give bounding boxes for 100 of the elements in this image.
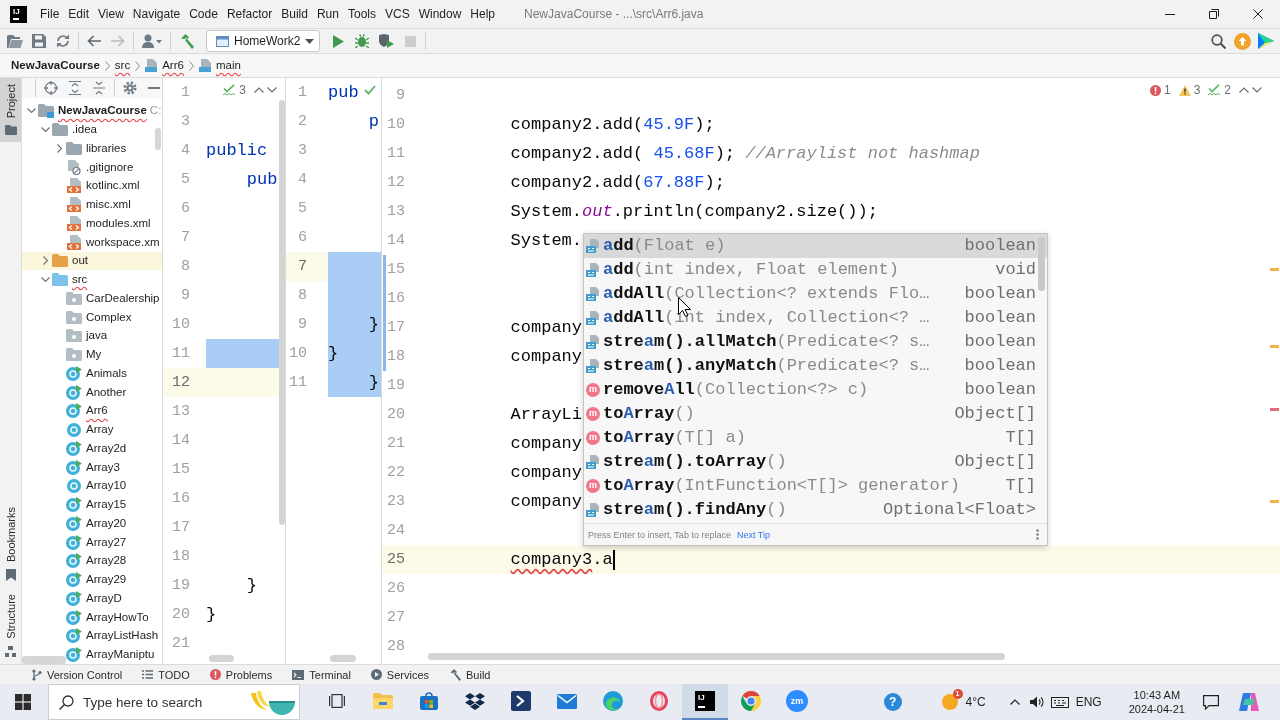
mail-icon[interactable]	[557, 693, 577, 709]
tree-item[interactable]: CarDealership	[86, 290, 160, 306]
completion-item[interactable]: stream().findAny() Optional<Float>	[584, 498, 1047, 522]
restore-icon[interactable]	[1209, 9, 1219, 19]
tree-item[interactable]: Complex	[86, 309, 132, 325]
completion-item[interactable]: add(Float e) boolean	[584, 234, 1047, 258]
menu-item[interactable]: File	[40, 6, 60, 22]
tree-item[interactable]: Arr6	[86, 403, 108, 419]
chevron-up-icon[interactable]	[1009, 699, 1020, 705]
menu-item[interactable]: Build	[281, 6, 308, 22]
scrollbar-thumb[interactable]	[209, 655, 234, 662]
scrollbar-thumb[interactable]	[155, 128, 161, 150]
tree-item[interactable]: java	[86, 328, 108, 344]
tree-item[interactable]: ArrayListHash	[86, 628, 159, 644]
windows-logo-icon[interactable]	[15, 694, 31, 710]
tree-item[interactable]: Array3	[86, 459, 120, 475]
menu-item[interactable]: View	[98, 6, 124, 22]
sun-icon[interactable]	[941, 694, 958, 710]
breadcrumb-item[interactable]: main	[215, 58, 241, 73]
more-icon[interactable]	[1036, 529, 1039, 540]
tree-item[interactable]: kotlinc.xml	[86, 178, 140, 194]
completion-item[interactable]: m toArray(IntFunction<T[]> generator) T[]	[584, 474, 1047, 498]
console-icon[interactable]	[511, 691, 531, 711]
tool-window-button[interactable]: Build	[449, 667, 491, 682]
completion-item[interactable]: add(int index, Float element) void	[584, 258, 1047, 282]
chevron-down-icon[interactable]	[1252, 87, 1262, 93]
tree-item[interactable]: ArrayD	[86, 590, 122, 606]
language-indicator[interactable]: ENG	[1075, 695, 1102, 709]
menu-item[interactable]: Code	[189, 6, 218, 22]
menu-item[interactable]: Tools	[347, 6, 376, 22]
expand-all-icon[interactable]	[69, 81, 81, 95]
change-marker[interactable]	[383, 284, 386, 313]
update-icon[interactable]	[1233, 32, 1251, 50]
menu-item[interactable]: Help	[470, 6, 496, 22]
scrollbar-thumb[interactable]	[22, 656, 66, 664]
active-app-button[interactable]: IJ	[682, 684, 728, 720]
tree-item[interactable]: ArrayHowTo	[86, 609, 149, 625]
scrollbar-thumb[interactable]	[1038, 237, 1045, 291]
tree-item[interactable]: Array10	[86, 478, 127, 494]
hammer-icon[interactable]	[178, 33, 194, 49]
collapse-all-icon[interactable]	[93, 81, 105, 95]
scrollbar-thumb[interactable]	[428, 653, 1005, 660]
tree-item[interactable]: Array29	[86, 572, 127, 588]
tree-item[interactable]: .idea	[72, 122, 97, 138]
menu-item[interactable]: VCS	[384, 6, 410, 22]
next-tip-link[interactable]: Next Tip	[736, 529, 770, 540]
tree-item[interactable]: libraries	[86, 140, 127, 156]
tool-window-button[interactable]: TODO	[142, 667, 190, 682]
clock-date[interactable]: 2024-04-21	[1128, 703, 1185, 715]
diamonds-icon[interactable]	[465, 692, 485, 710]
tool-window-button[interactable]: Version Control	[32, 667, 123, 682]
completion-item[interactable]: stream().anyMatch(Predicate<? s… boolean	[584, 354, 1047, 378]
scrollbar-thumb[interactable]	[279, 100, 285, 525]
wave-circle-icon[interactable]	[603, 691, 623, 711]
close-icon[interactable]	[1253, 9, 1263, 19]
tree-item[interactable]: misc.xml	[86, 197, 131, 213]
keyboard-icon[interactable]	[1050, 696, 1069, 708]
help-icon[interactable]: ?	[883, 693, 902, 711]
save-icon[interactable]	[32, 34, 46, 48]
back-arrow-icon[interactable]	[87, 35, 101, 47]
play-icon[interactable]	[332, 34, 344, 48]
completion-item[interactable]: m toArray() Object[]	[584, 402, 1047, 426]
tree-item[interactable]: NewJavaCourse	[58, 103, 147, 119]
tool-window-tab[interactable]: Bookmarks	[0, 501, 21, 589]
tool-window-button[interactable]: Problems	[209, 667, 273, 682]
notification-icon[interactable]	[1203, 694, 1219, 710]
temperature-text[interactable]: 4°C	[965, 695, 986, 709]
person-caret-icon[interactable]	[142, 34, 162, 48]
bug-icon[interactable]	[355, 34, 369, 48]
coverage-icon[interactable]	[378, 34, 394, 48]
search-field[interactable]: Type here to search	[48, 684, 300, 720]
tool-window-tab[interactable]: Structure	[0, 588, 21, 664]
crosshair-icon[interactable]	[44, 81, 58, 95]
menu-item[interactable]: Refactor	[226, 6, 273, 22]
speaker-icon[interactable]	[1029, 696, 1044, 708]
tree-item[interactable]: Array15	[86, 497, 127, 513]
tree-item[interactable]: workspace.xm	[86, 234, 160, 250]
task-view-icon[interactable]	[329, 694, 345, 708]
scrollbar-thumb[interactable]	[330, 655, 356, 662]
tree-item[interactable]: Array2d	[86, 440, 127, 456]
browser-circle-icon[interactable]	[741, 691, 761, 711]
tree-item[interactable]: ArrayManiptu	[86, 647, 155, 663]
sparkle-logo-icon[interactable]	[1239, 693, 1259, 711]
open-folder-icon[interactable]	[7, 34, 23, 48]
chevron-down-icon[interactable]	[267, 87, 277, 93]
menu-item[interactable]: Navigate	[132, 6, 181, 22]
breadcrumb-item[interactable]: NewJavaCourse	[11, 58, 100, 73]
ring-icon[interactable]	[649, 691, 669, 711]
run-config-dropdown[interactable]: HomeWork2	[206, 30, 320, 52]
menu-item[interactable]: Edit	[68, 6, 90, 22]
change-marker[interactable]	[383, 255, 386, 284]
shopping-bag-icon[interactable]	[420, 692, 438, 710]
sync-icon[interactable]	[56, 34, 70, 48]
ide-logo[interactable]: IJ	[695, 691, 715, 711]
search-icon[interactable]	[1210, 33, 1226, 49]
triangle-logo-icon[interactable]	[1258, 33, 1274, 49]
tree-item[interactable]: Array	[86, 422, 114, 438]
tree-item[interactable]: Array28	[86, 553, 127, 569]
tree-item[interactable]: My	[86, 347, 102, 363]
excluded-folder-row[interactable]: out	[22, 251, 162, 271]
